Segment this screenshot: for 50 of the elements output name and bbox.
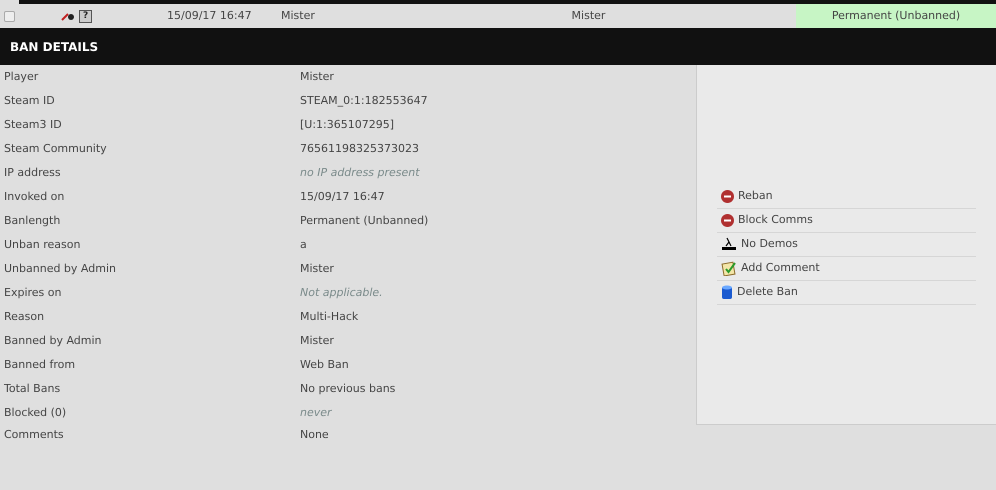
ban-length: Permanent (Unbanned) (796, 4, 996, 28)
lambda-icon (721, 237, 737, 251)
detail-label: Banned from (3, 356, 76, 373)
action-link[interactable]: Delete Ban (737, 284, 798, 300)
detail-value: Mister (300, 68, 334, 85)
detail-label: Unban reason (3, 236, 82, 253)
detail-value: Web Ban (300, 356, 349, 373)
detail-value: never (300, 404, 332, 421)
detail-label: Banlength (3, 212, 62, 229)
detail-label: Reason (3, 308, 46, 325)
detail-label: Banned by Admin (3, 332, 103, 349)
admin-name: Mister (572, 8, 606, 24)
ban-date: 15/09/17 16:47 (167, 8, 253, 24)
checkbox[interactable] (4, 10, 15, 22)
detail-value: Permanent (Unbanned) (300, 212, 428, 229)
detail-value: Mister (300, 260, 334, 277)
detail-value: Not applicable. (300, 284, 383, 301)
detail-label: Total Bans (3, 380, 62, 397)
section-header: BAN DETAILS (0, 28, 996, 65)
detail-value: 76561198325373023 (300, 140, 419, 157)
detail-label: Steam ID (3, 92, 56, 109)
comments-value: None (300, 426, 329, 443)
detail-value: no IP address present (300, 164, 420, 181)
detail-label: IP address (3, 164, 62, 181)
action-link[interactable]: Add Comment (741, 260, 820, 276)
detail-label: Expires on (3, 284, 62, 301)
tool-icon (61, 11, 75, 21)
detail-label: Invoked on (3, 188, 66, 205)
detail-value: Mister (300, 332, 334, 349)
detail-label: Player (3, 68, 40, 85)
help-button[interactable]: ? (79, 10, 92, 22)
no-entry-icon (721, 214, 734, 226)
detail-label: Unbanned by Admin (3, 260, 117, 277)
detail-value: [U:1:365107295] (300, 116, 394, 133)
notepad-check-icon (721, 260, 737, 276)
detail-label: Steam Community (3, 140, 108, 157)
detail-value: No previous bans (300, 380, 396, 397)
cylinder-icon (721, 284, 733, 300)
detail-value: a (300, 236, 307, 253)
detail-value: Multi-Hack (300, 308, 358, 325)
no-entry-icon (721, 190, 734, 202)
action-link[interactable]: No Demos (741, 236, 798, 252)
detail-value: STEAM_0:1:182553647 (300, 92, 428, 109)
action-link[interactable]: Reban (738, 188, 773, 204)
player-name: Mister (281, 8, 316, 24)
detail-value: 15/09/17 16:47 (300, 188, 385, 205)
action-link[interactable]: Block Comms (738, 212, 813, 228)
detail-label: Steam3 ID (3, 116, 63, 133)
comments-label: Comments (3, 426, 65, 443)
detail-label: Blocked (0) (3, 404, 68, 421)
